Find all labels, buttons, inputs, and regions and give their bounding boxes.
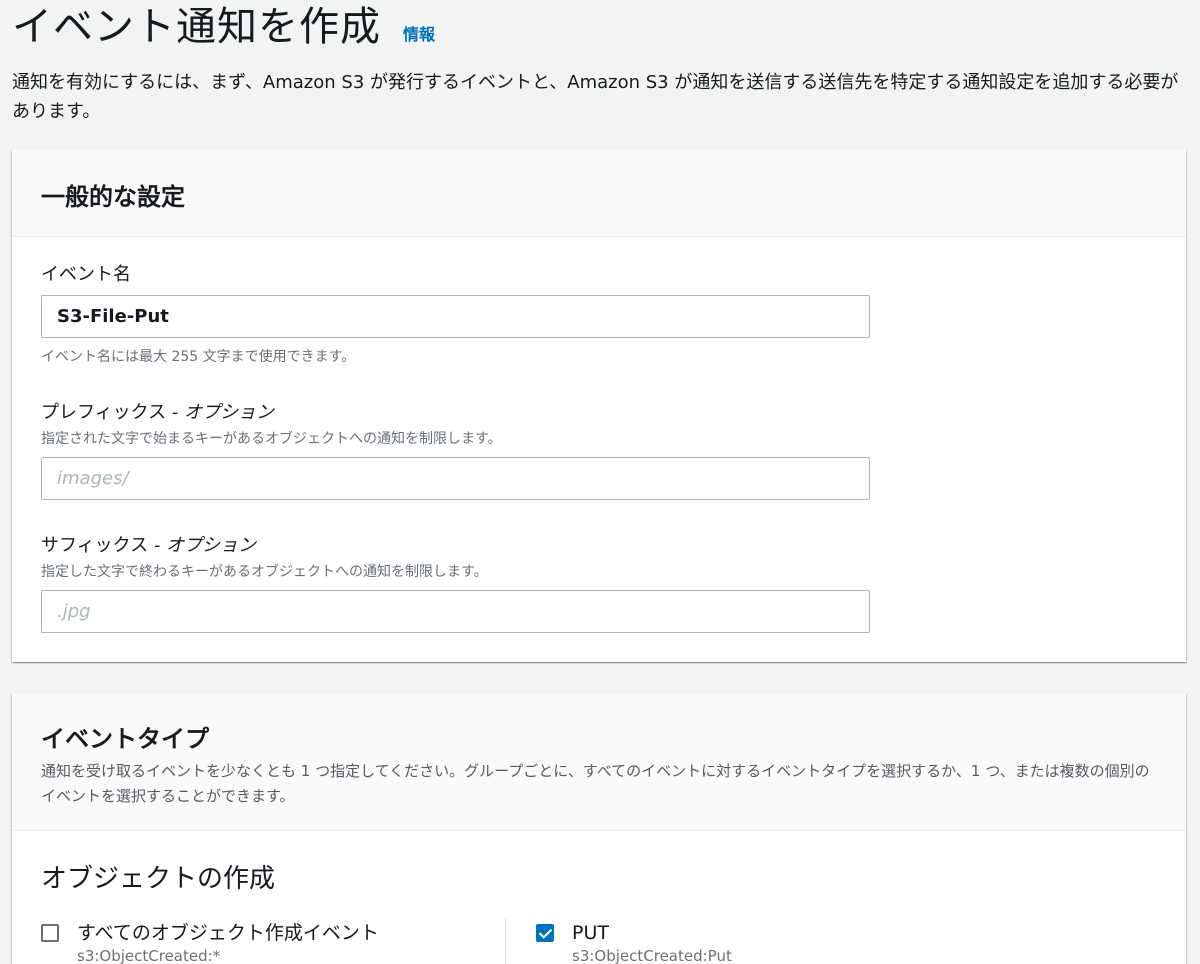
- general-settings-panel: 一般的な設定 イベント名 イベント名には最大 255 文字まで使用できます。 プ…: [12, 150, 1186, 662]
- option-text: PUT s3:ObjectCreated:Put: [572, 920, 732, 964]
- page-title: イベント通知を作成: [12, 4, 381, 50]
- option-event-code: s3:ObjectCreated:Put: [572, 947, 732, 964]
- event-types-heading: イベントタイプ: [41, 725, 209, 753]
- suffix-description: 指定した文字で終わるキーがあるオブジェクトへの通知を制限します。: [41, 564, 488, 580]
- intro-text: 通知を有効にするには、まず、Amazon S3 が発行するイベントと、Amazo…: [12, 72, 1179, 122]
- suffix-label-text: サフィックス: [41, 535, 149, 556]
- option-text: すべてのオブジェクト作成イベント s3:ObjectCreated:*: [77, 920, 379, 964]
- event-types-panel: イベントタイプ 通知を受け取るイベントを少なくとも 1 つ指定してください。グル…: [12, 693, 1186, 964]
- option-event-code: s3:ObjectCreated:*: [77, 947, 221, 964]
- option-label: すべてのオブジェクト作成イベント: [77, 922, 379, 944]
- prefix-label: プレフィックス - オプション: [41, 398, 274, 424]
- suffix-input[interactable]: [41, 590, 870, 633]
- column-divider: [505, 919, 506, 964]
- suffix-label: サフィックス - オプション: [41, 531, 256, 557]
- all-object-create-events-option[interactable]: すべてのオブジェクト作成イベント s3:ObjectCreated:*: [41, 920, 379, 964]
- option-label: PUT: [572, 922, 609, 944]
- checkbox-checked-icon[interactable]: [536, 924, 554, 942]
- create-event-notification-page: イベント通知を作成 情報 通知を有効にするには、まず、Amazon S3 が発行…: [0, 0, 1200, 964]
- event-name-hint: イベント名には最大 255 文字まで使用できます。: [41, 349, 356, 365]
- panel-header: 一般的な設定: [12, 150, 1186, 237]
- info-link[interactable]: 情報: [403, 21, 435, 45]
- checkbox-unchecked-icon[interactable]: [41, 924, 59, 942]
- event-name-label: イベント名: [41, 264, 131, 285]
- prefix-optional-text: - オプション: [166, 402, 275, 423]
- event-types-description: 通知を受け取るイベントを少なくとも 1 つ指定してください。グループごとに、すべ…: [41, 762, 1150, 805]
- title-row: イベント通知を作成 情報: [12, 0, 435, 52]
- prefix-label-text: プレフィックス: [41, 402, 167, 423]
- event-name-input[interactable]: [41, 295, 870, 338]
- prefix-input[interactable]: [41, 457, 870, 500]
- panel-header: イベントタイプ 通知を受け取るイベントを少なくとも 1 つ指定してください。グル…: [12, 693, 1186, 831]
- general-settings-heading: 一般的な設定: [41, 183, 185, 211]
- prefix-description: 指定された文字で始まるキーがあるオブジェクトへの通知を制限します。: [41, 431, 502, 447]
- suffix-optional-text: - オプション: [148, 535, 257, 556]
- object-creation-title: オブジェクトの作成: [41, 864, 276, 894]
- put-event-option[interactable]: PUT s3:ObjectCreated:Put: [536, 920, 732, 964]
